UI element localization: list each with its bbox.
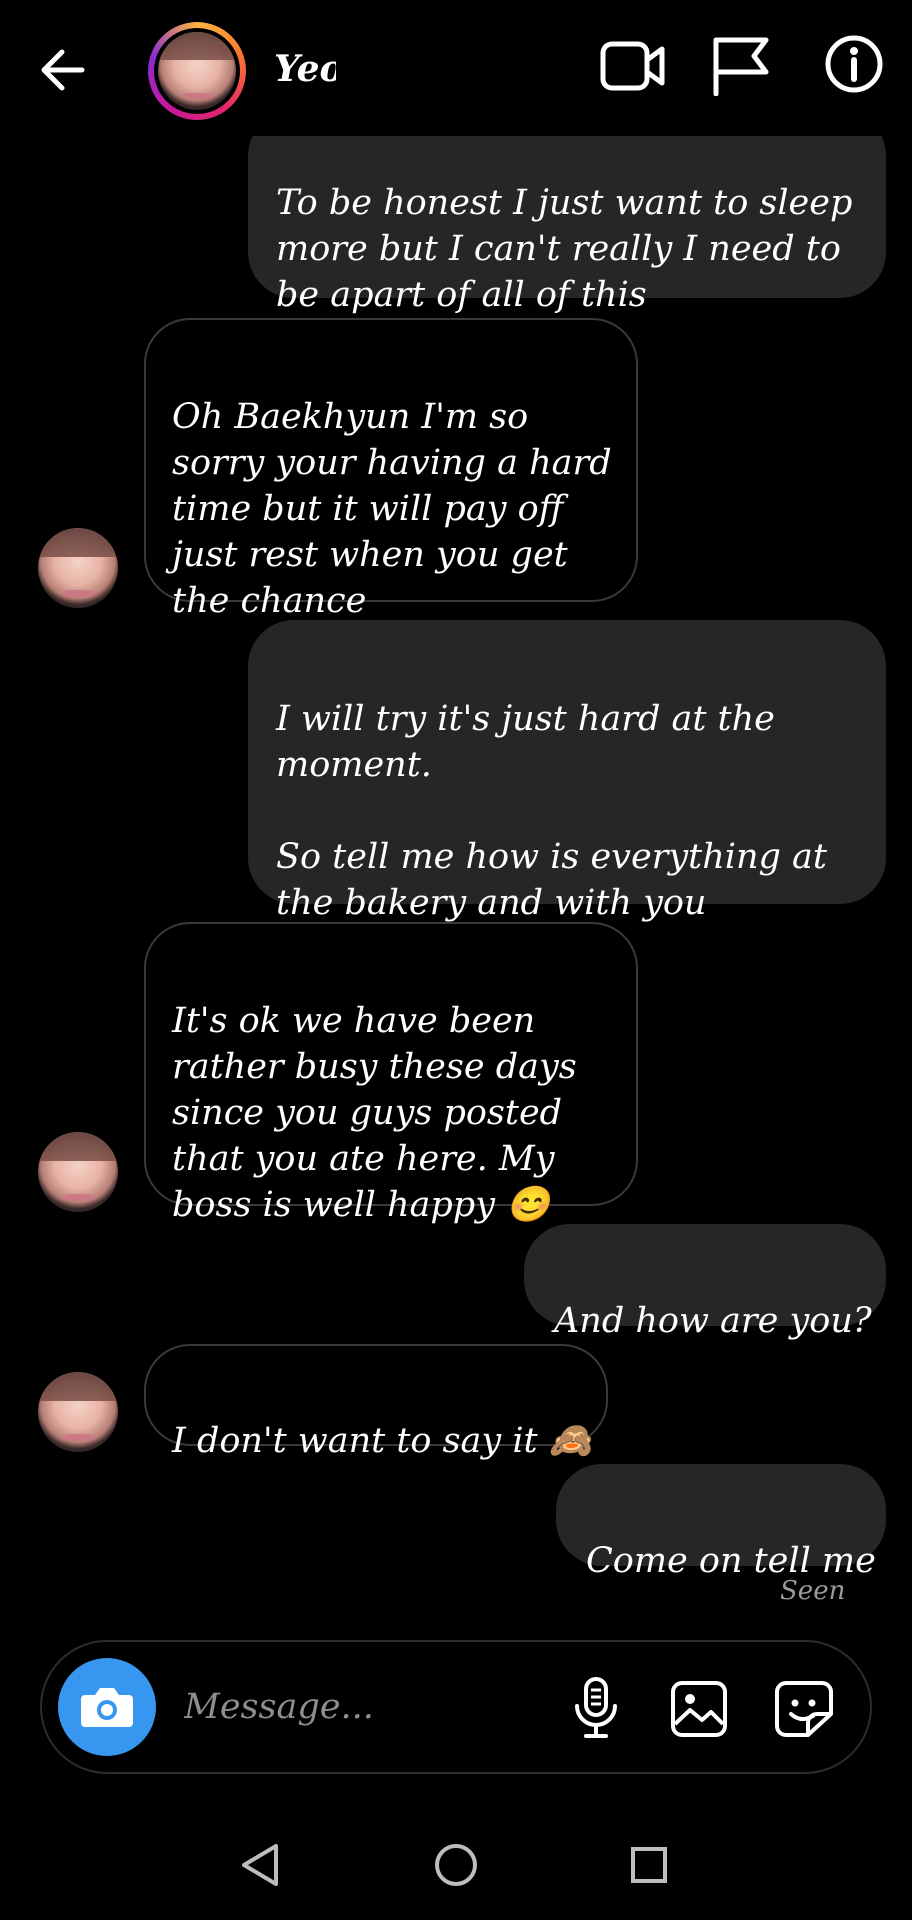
message-input[interactable] [182,1672,546,1742]
message-bubble-sent[interactable]: And how are you? [524,1224,886,1341]
message-bubble-sent[interactable]: Come on tell me [556,1464,886,1581]
message-bubble-sent[interactable]: I will try it's just hard at the moment.… [248,620,886,923]
chat-header: Yeol [0,0,912,136]
avatar-photo [38,528,118,608]
microphone-icon[interactable] [570,1676,622,1740]
contact-avatar[interactable] [38,1372,118,1452]
sticker-icon[interactable] [774,1680,834,1738]
message-text: Oh Baekhyun I'm so sorry your having a h… [172,397,612,621]
contact-avatar[interactable] [38,528,118,608]
message-text: Come on tell me [586,1541,876,1581]
message-bubble-received[interactable]: Oh Baekhyun I'm so sorry your having a h… [144,318,638,621]
seen-status: Seen [780,1576,846,1606]
system-navigation-bar [0,1800,912,1920]
camera-icon [81,1688,133,1727]
back-triangle-icon[interactable] [240,1842,280,1888]
avatar-photo [38,1132,118,1212]
home-circle-icon[interactable] [434,1843,478,1887]
info-circle-icon[interactable] [824,34,884,94]
message-text: I don't want to say it 🙈 [172,1421,593,1461]
message-text: And how are you? [554,1301,872,1341]
flag-icon[interactable] [710,34,772,97]
message-text: It's ok we have been rather busy these d… [172,1001,577,1225]
back-arrow-icon[interactable] [36,46,88,94]
gallery-icon[interactable] [670,1680,728,1738]
video-camera-icon[interactable] [600,38,666,94]
message-bubble-received[interactable]: I don't want to say it 🙈 [144,1344,608,1461]
message-bubble-received[interactable]: It's ok we have been rather busy these d… [144,922,638,1225]
contact-avatar-story-ring[interactable] [148,22,246,120]
camera-button[interactable] [58,1658,156,1756]
contact-name[interactable]: Yeol [274,44,336,94]
message-text: To be honest I just want to sleep more b… [276,183,853,315]
avatar-photo [158,32,236,110]
message-text: I will try it's just hard at the moment.… [276,699,827,923]
avatar-photo [38,1372,118,1452]
contact-avatar[interactable] [38,1132,118,1212]
message-bubble-sent[interactable]: To be honest I just want to sleep more b… [248,110,886,315]
recents-square-icon[interactable] [630,1846,668,1884]
